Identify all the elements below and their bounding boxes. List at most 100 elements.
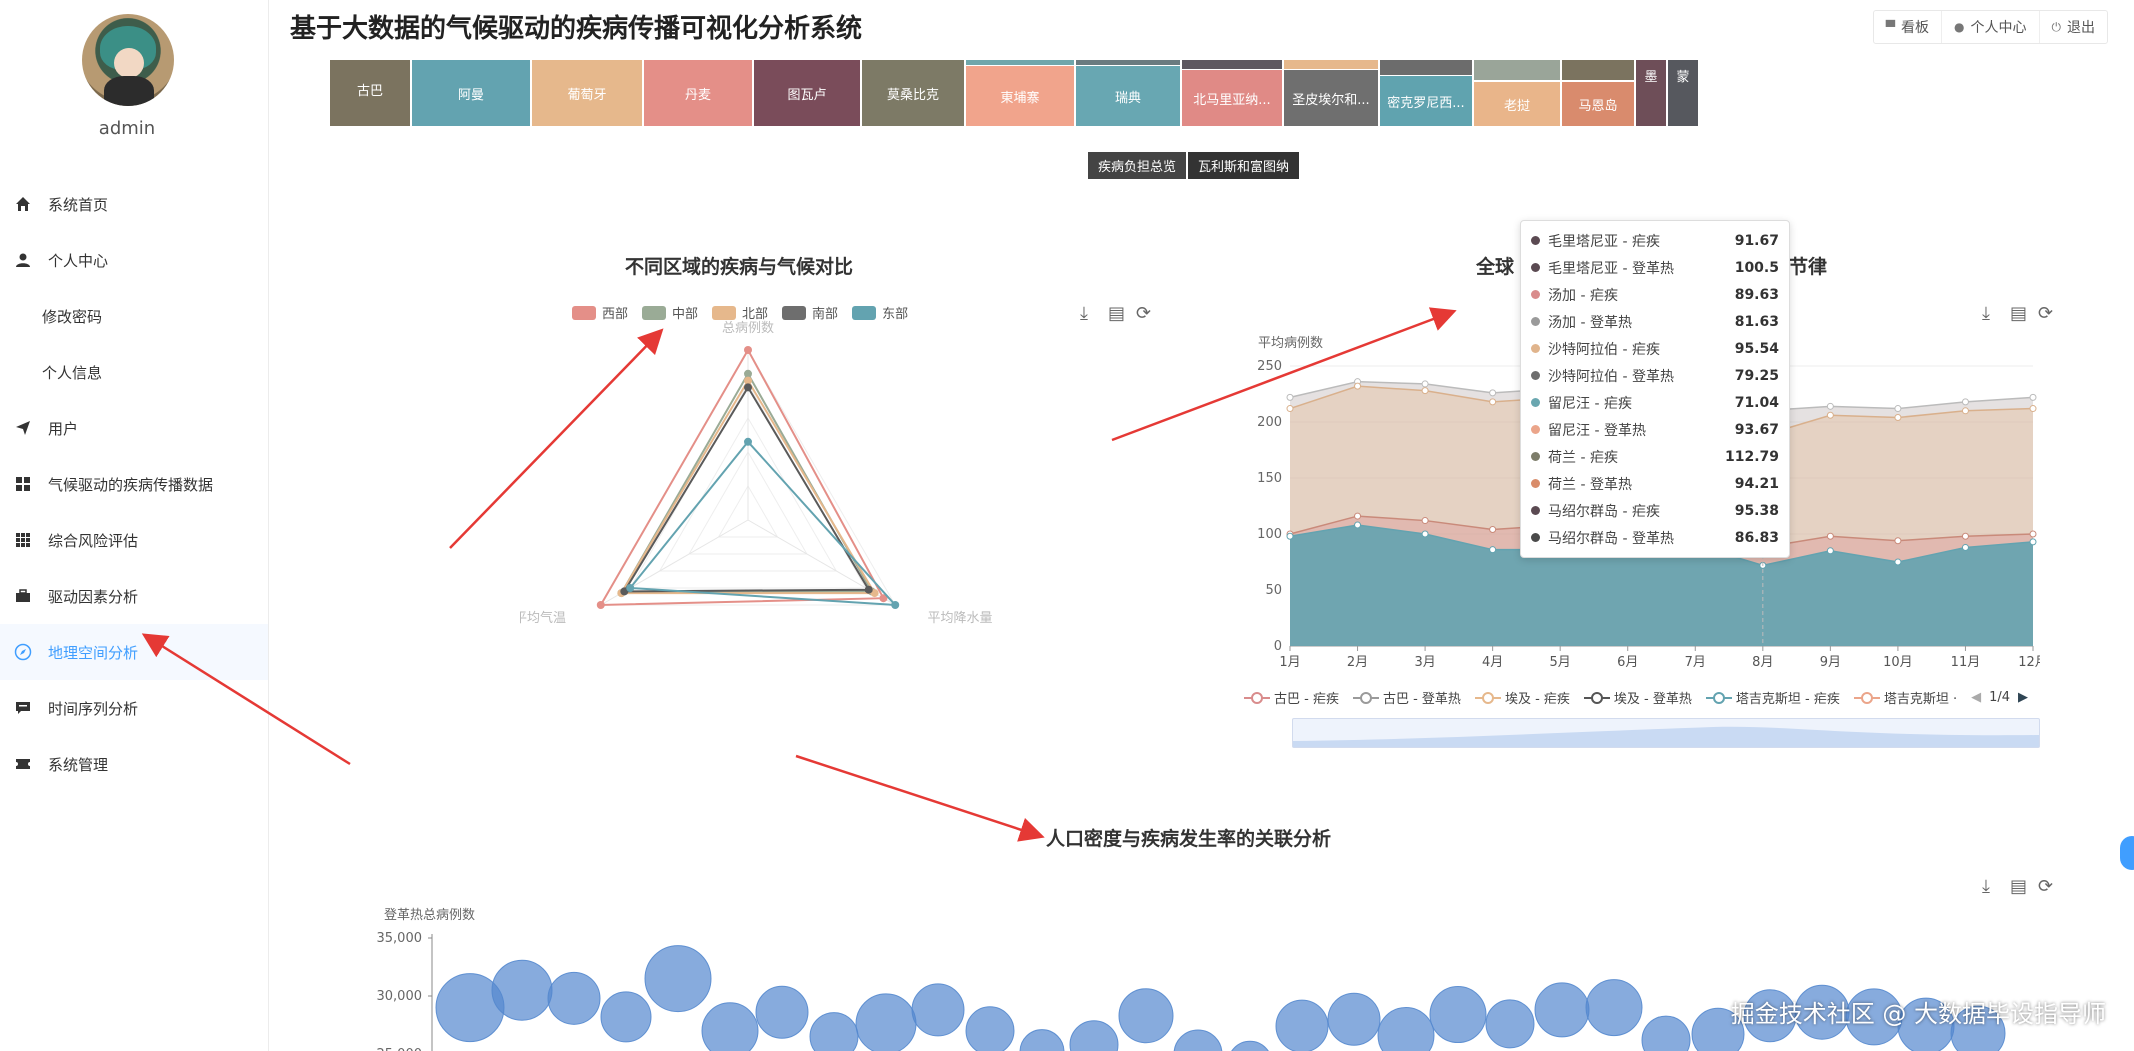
sidebar-item-profile[interactable]: 个人中心 bbox=[0, 232, 268, 288]
area-point bbox=[1421, 380, 1429, 388]
sidebar-item-label: 气候驱动的疾病传播数据 bbox=[48, 475, 214, 494]
area-point bbox=[1961, 407, 1969, 415]
legend-item[interactable]: 塔吉克斯坦 · bbox=[1853, 688, 1957, 707]
datazoom-slider[interactable] bbox=[1292, 718, 2040, 748]
area-ytick: 200 bbox=[1257, 415, 1282, 430]
page-title: 基于大数据的气候驱动的疾病传播可视化分析系统 bbox=[290, 14, 863, 44]
breadcrumb: 疾病负担总览 瓦利斯和富图纳 bbox=[1088, 152, 1301, 179]
area-point bbox=[1354, 512, 1362, 520]
treemap-tile[interactable]: 密克罗尼西... bbox=[1380, 76, 1472, 126]
scatter-point bbox=[547, 971, 601, 1025]
download-icon[interactable]: ⤓ bbox=[1080, 303, 1088, 324]
data-view-icon[interactable]: ▤ bbox=[2010, 876, 2027, 897]
scatter-point bbox=[1585, 979, 1643, 1037]
area-point bbox=[1354, 521, 1362, 529]
area-point bbox=[1826, 402, 1834, 410]
data-view-icon[interactable]: ▤ bbox=[2010, 303, 2027, 324]
refresh-icon[interactable]: ⟳ bbox=[2038, 303, 2053, 324]
sidebar-item-label: 系统首页 bbox=[48, 195, 109, 214]
radar-point bbox=[744, 346, 752, 354]
sidebar-item-timeseries[interactable]: 时间序列分析 bbox=[0, 680, 268, 736]
legend-item[interactable]: 埃及 - 登革热 bbox=[1583, 688, 1692, 707]
sidebar-item-users[interactable]: 用户 bbox=[0, 400, 268, 456]
refresh-icon[interactable]: ⟳ bbox=[2038, 876, 2053, 897]
user-icon bbox=[14, 251, 32, 269]
area-point bbox=[1489, 526, 1497, 534]
sidebar-item-disease-data[interactable]: 气候驱动的疾病传播数据 bbox=[0, 456, 268, 512]
legend-pager: 1/4 bbox=[1989, 690, 2011, 705]
area-xtick: 9月 bbox=[1820, 655, 1841, 670]
treemap-tile[interactable]: 瑞典 bbox=[1076, 66, 1180, 126]
treemap-tile[interactable]: 北马里亚纳... bbox=[1182, 70, 1282, 126]
tooltip-row: 荷兰 - 登革热 94.21 bbox=[1531, 470, 1779, 497]
scatter-point bbox=[1173, 1029, 1223, 1051]
sidebar-item-risk[interactable]: 综合风险评估 bbox=[0, 512, 268, 568]
treemap-tile[interactable]: 丹麦 bbox=[644, 60, 752, 126]
send-icon bbox=[14, 419, 32, 437]
scatter-point bbox=[1069, 1020, 1119, 1051]
sidebar-item-label: 系统管理 bbox=[48, 755, 109, 774]
pager-prev-icon[interactable]: ◀ bbox=[1971, 690, 1981, 705]
area-xtick: 2月 bbox=[1347, 655, 1368, 670]
sidebar-item-label: 用户 bbox=[48, 419, 79, 438]
refresh-icon[interactable]: ⟳ bbox=[1136, 303, 1151, 324]
area-point bbox=[1489, 398, 1497, 406]
area-xtick: 12月 bbox=[2018, 655, 2040, 670]
tooltip-row: 汤加 - 登革热 81.63 bbox=[1531, 308, 1779, 335]
area-ytick: 250 bbox=[1257, 359, 1282, 374]
sidebar-item-change-password[interactable]: 修改密码 bbox=[0, 288, 268, 344]
scatter-ytick: 30,000 bbox=[377, 989, 423, 1004]
area-point bbox=[1894, 405, 1902, 413]
dashboard-button-label: 看板 bbox=[1901, 20, 1930, 36]
breadcrumb-item[interactable]: 瓦利斯和富图纳 bbox=[1188, 152, 1300, 179]
scatter-point bbox=[1231, 1040, 1269, 1051]
area-xtick: 6月 bbox=[1617, 655, 1638, 670]
avatar[interactable] bbox=[82, 14, 174, 106]
treemap-tile[interactable]: 古巴 bbox=[330, 60, 410, 126]
download-icon[interactable]: ⤓ bbox=[1982, 303, 1990, 324]
treemap-tile[interactable]: 图瓦卢 bbox=[754, 60, 860, 126]
sidebar-item-home[interactable]: 系统首页 bbox=[0, 176, 268, 232]
legend-item[interactable]: 古巴 - 登革热 bbox=[1352, 688, 1461, 707]
float-button[interactable] bbox=[2120, 836, 2134, 870]
chart-tooltip: 毛里塔尼亚 - 疟疾 91.67 毛里塔尼亚 - 登革热 100.5 汤加 - 疟疾… bbox=[1520, 220, 1790, 558]
tooltip-row: 留尼汪 - 疟疾 71.04 bbox=[1531, 389, 1779, 416]
sidebar-menu: 系统首页 个人中心 修改密码 个人信息 用户 气候驱动的疾病传播数据 综合风险评… bbox=[0, 176, 268, 792]
pager-next-icon[interactable]: ▶ bbox=[2018, 690, 2028, 705]
area-point bbox=[1961, 532, 1969, 540]
treemap-tile[interactable]: 马恩岛 bbox=[1562, 82, 1634, 126]
area-point bbox=[1489, 389, 1497, 397]
compass-icon bbox=[14, 643, 32, 661]
legend-item[interactable]: 埃及 - 疟疾 bbox=[1474, 688, 1570, 707]
treemap-tile[interactable]: 圣皮埃尔和... bbox=[1284, 70, 1378, 126]
treemap-tile[interactable]: 葡萄牙 bbox=[532, 60, 642, 126]
scatter-point bbox=[965, 1006, 1015, 1051]
sidebar-item-system[interactable]: 系统管理 bbox=[0, 736, 268, 792]
legend-item[interactable]: 古巴 - 疟疾 bbox=[1244, 688, 1339, 707]
chat-icon bbox=[14, 699, 32, 717]
treemap-tile[interactable]: 阿曼 bbox=[412, 60, 530, 126]
sidebar-item-geo[interactable]: 地理空间分析 bbox=[0, 624, 268, 680]
scatter-point bbox=[701, 1002, 759, 1051]
logout-button[interactable]: ⏻ 退出 bbox=[2038, 11, 2108, 43]
disease-treemap: 古巴 阿曼 葡萄牙 丹麦 图瓦卢 莫桑比克 東埔寨 瑞典 北马里亚纳... 圣皮… bbox=[330, 60, 1698, 126]
profile-button-label: 个人中心 bbox=[1970, 20, 2027, 36]
download-icon[interactable]: ⤓ bbox=[1982, 876, 1990, 897]
briefcase-icon bbox=[14, 587, 32, 605]
treemap-tile[interactable]: 墨 bbox=[1636, 60, 1666, 126]
treemap-tile[interactable]: 東埔寨 bbox=[966, 66, 1074, 126]
area-point bbox=[1421, 530, 1429, 538]
treemap-tile[interactable]: 蒙 bbox=[1668, 60, 1698, 126]
treemap-tile[interactable]: 莫桑比克 bbox=[862, 60, 964, 126]
treemap-tile-sliver bbox=[1182, 60, 1282, 69]
breadcrumb-item[interactable]: 疾病负担总览 bbox=[1088, 152, 1187, 179]
dashboard-button[interactable]: ▀ 看板 bbox=[1874, 11, 1941, 43]
tooltip-row: 沙特阿拉伯 - 疟疾 95.54 bbox=[1531, 335, 1779, 362]
sidebar-item-personal-info[interactable]: 个人信息 bbox=[0, 344, 268, 400]
sidebar-item-label: 地理空间分析 bbox=[48, 643, 139, 662]
profile-button[interactable]: ● 个人中心 bbox=[1941, 11, 2038, 43]
legend-item[interactable]: 塔吉克斯坦 - 疟疾 bbox=[1705, 688, 1840, 707]
sidebar-item-drivers[interactable]: 驱动因素分析 bbox=[0, 568, 268, 624]
data-view-icon[interactable]: ▤ bbox=[1108, 303, 1125, 324]
treemap-tile[interactable]: 老挝 bbox=[1474, 82, 1560, 126]
